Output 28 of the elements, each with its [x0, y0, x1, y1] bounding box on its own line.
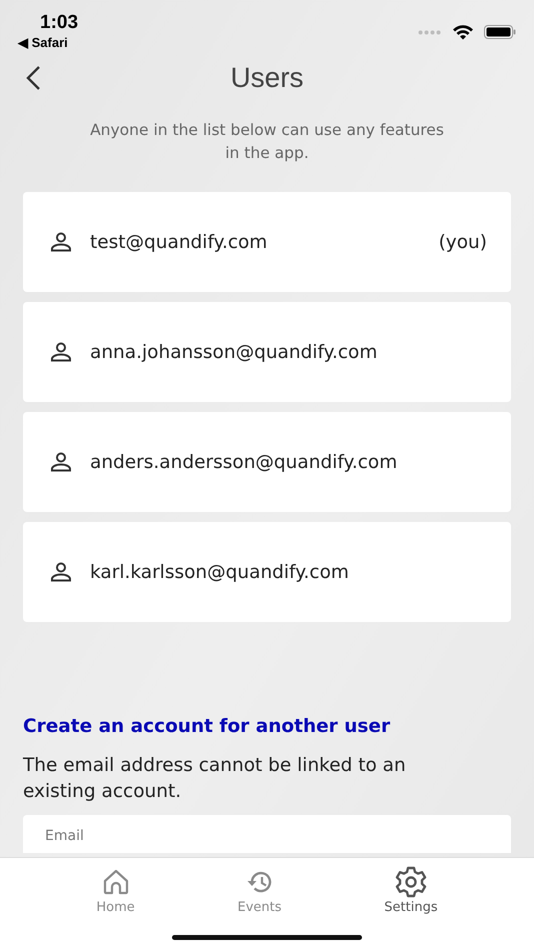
- description-text: Anyone in the list below can use any features in the app.: [89, 120, 445, 164]
- you-label: (you): [438, 232, 487, 252]
- user-email: karl.karlsson@quandify.com: [90, 562, 350, 582]
- page-title: Users: [230, 62, 304, 94]
- user-card[interactable]: anders.andersson@quandify.com: [23, 412, 511, 512]
- info-text: The email address cannot be linked to an existing account.: [23, 754, 407, 804]
- history-icon: [246, 869, 274, 895]
- chevron-left-icon: [24, 65, 42, 91]
- person-icon: [50, 342, 72, 362]
- home-icon: [102, 869, 130, 895]
- user-card[interactable]: karl.karlsson@quandify.com: [23, 522, 511, 622]
- user-card[interactable]: test@quandify.com (you): [23, 192, 511, 292]
- wifi-icon: [452, 24, 474, 40]
- user-email: test@quandify.com: [90, 232, 268, 252]
- person-icon: [50, 562, 72, 582]
- user-email: anna.johansson@quandify.com: [90, 342, 378, 362]
- email-field[interactable]: Email: [23, 815, 511, 853]
- battery-icon: [484, 25, 516, 39]
- person-icon: [50, 452, 72, 472]
- user-card[interactable]: anna.johansson@quandify.com: [23, 302, 511, 402]
- user-email: anders.andersson@quandify.com: [90, 452, 398, 472]
- person-icon: [50, 232, 72, 252]
- gear-icon: [394, 866, 428, 898]
- signal-icon: [418, 30, 442, 34]
- back-to-app-link[interactable]: ◀ Safari: [18, 34, 78, 52]
- create-account-link[interactable]: Create an account for another user: [23, 716, 511, 737]
- tab-button[interactable]: Settings: [380, 866, 442, 918]
- status-time: 1:03: [40, 12, 78, 34]
